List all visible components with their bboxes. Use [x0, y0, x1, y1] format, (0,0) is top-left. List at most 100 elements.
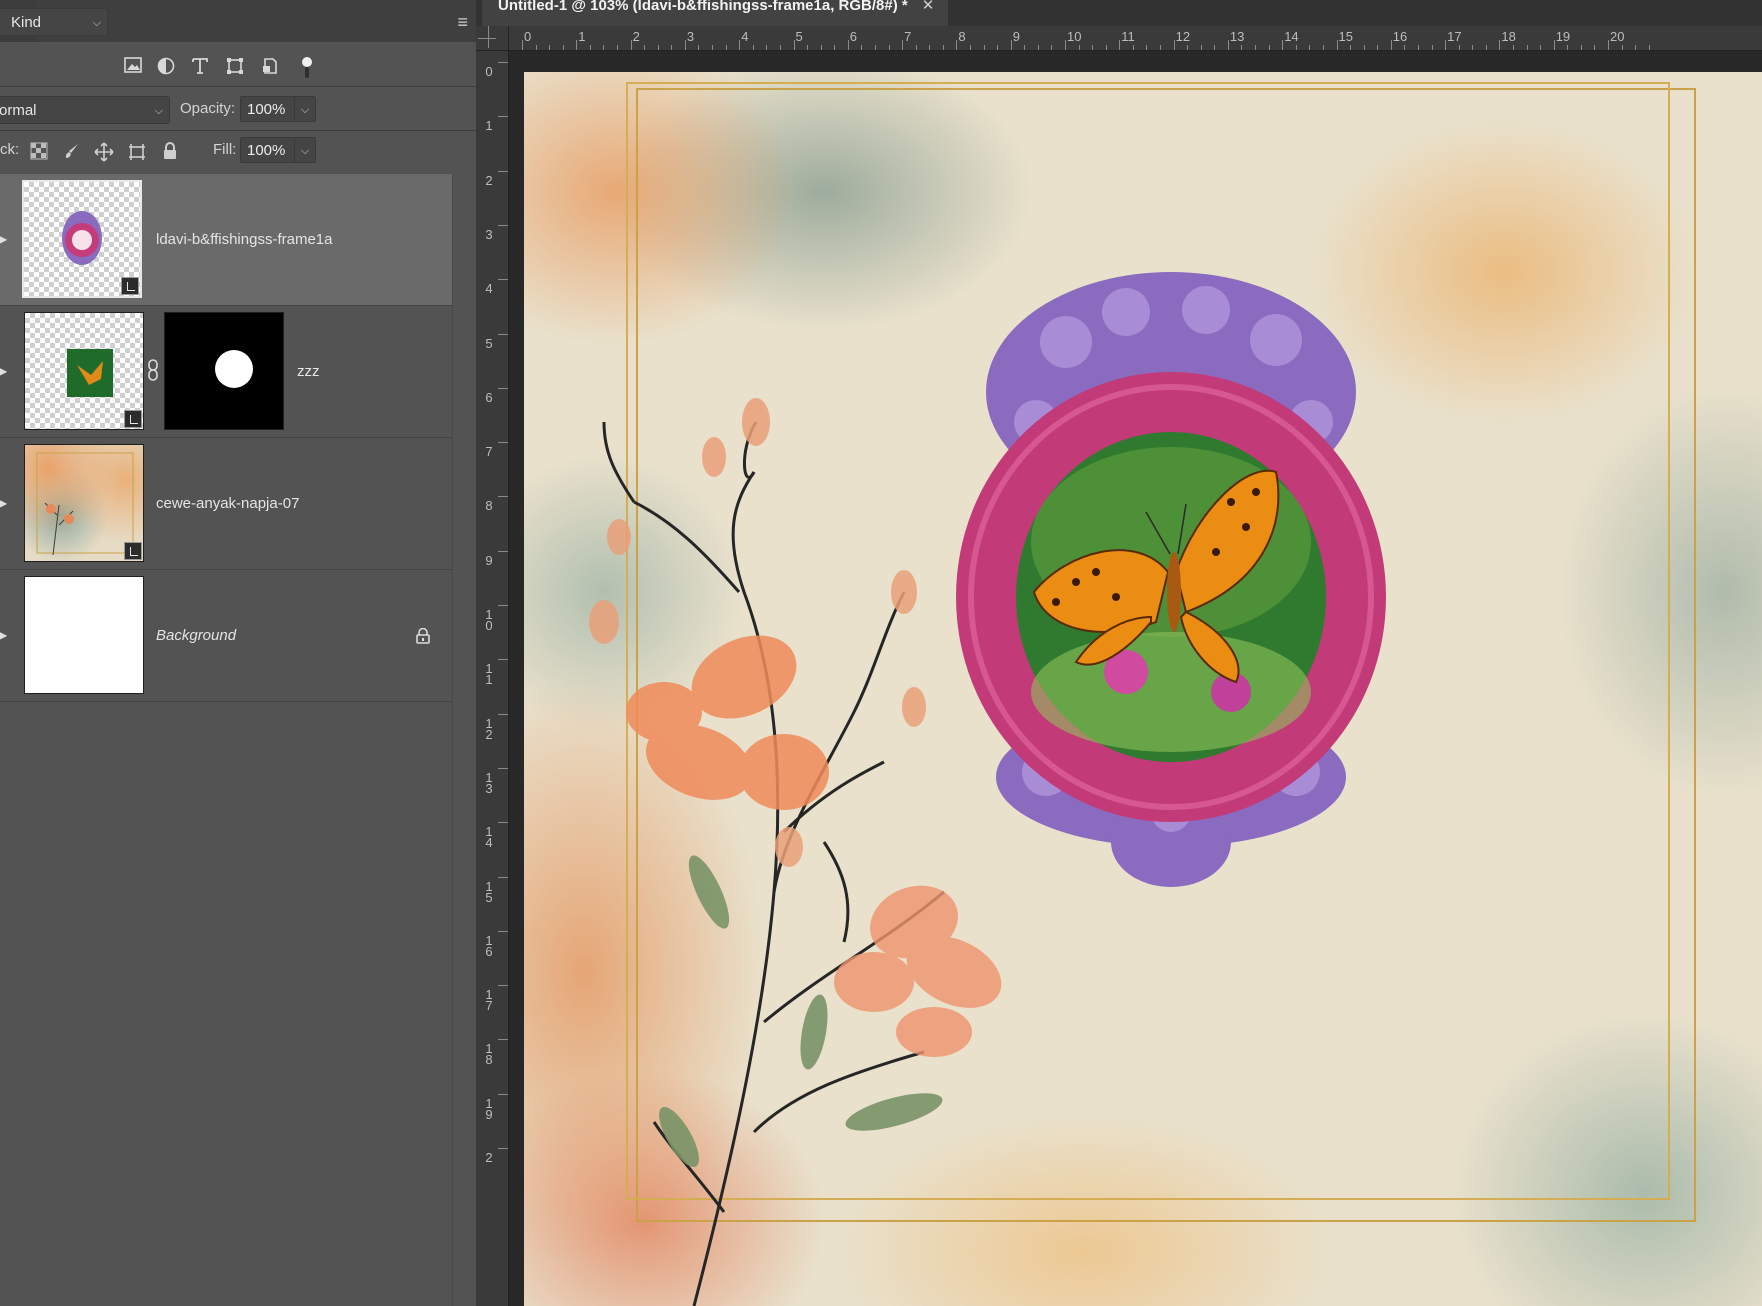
ruler-tick [498, 985, 508, 987]
close-tab-icon[interactable]: ✕ [922, 0, 935, 14]
adjustment-filter-icon[interactable] [155, 56, 177, 76]
ruler-minor-tick [1160, 45, 1162, 50]
ruler-tick [684, 40, 686, 50]
layer-name[interactable]: zzz [297, 363, 320, 380]
ruler-minor-tick [535, 45, 537, 50]
ruler-minor-tick [1472, 45, 1474, 50]
layer-row-zzz[interactable]: ▶ zzz [0, 306, 452, 438]
ruler-minor-tick [969, 45, 971, 50]
visibility-eye-icon[interactable]: ▶ [0, 496, 7, 510]
layer-thumbnail[interactable] [24, 444, 144, 562]
ruler-tick [498, 170, 508, 172]
layer-name[interactable]: cewe-anyak-napja-07 [156, 495, 299, 512]
smart-object-filter-icon[interactable] [259, 56, 281, 76]
visibility-eye-icon[interactable]: ▶ [0, 628, 7, 642]
visibility-eye-icon[interactable]: ▶ [0, 364, 7, 378]
ruler-tick [498, 605, 508, 606]
ruler-minor-tick [1580, 45, 1582, 50]
ruler-minor-tick [1594, 45, 1596, 50]
ruler-origin[interactable] [476, 26, 509, 51]
document-title: Untitled-1 @ 103% (ldavi-b&ffishingss-fr… [498, 0, 908, 14]
image-filter-icon[interactable] [122, 56, 144, 76]
ruler-minor-tick [1295, 45, 1297, 50]
lock-image-pixels-icon[interactable] [61, 142, 83, 162]
ruler-minor-tick [725, 45, 727, 50]
ruler-tick [498, 387, 508, 389]
shape-filter-icon[interactable] [224, 56, 246, 76]
opacity-dropdown-button[interactable]: ⌵ [294, 96, 316, 122]
ruler-label: 11 [485, 661, 493, 688]
ruler-tick [498, 550, 508, 552]
panel-scroll-gutter[interactable] [452, 174, 477, 1306]
ruler-minor-tick [1377, 45, 1379, 50]
ruler-minor-tick [1417, 45, 1419, 50]
ruler-label: 1 [578, 29, 586, 44]
ruler-minor-tick [1092, 45, 1094, 50]
vertical-ruler[interactable]: 0123456789101112131415161718192 [476, 26, 509, 1306]
ruler-tick [1553, 40, 1555, 50]
kind-filter-dropdown[interactable]: Kind ⌵ [0, 8, 108, 36]
panel-menu-icon[interactable]: ≡ [457, 12, 468, 33]
lock-artboard-icon[interactable] [126, 142, 148, 162]
layer-row-background[interactable]: ▶ Background [0, 570, 452, 702]
filter-toggle-icon[interactable] [296, 56, 318, 78]
ruler-tick [498, 822, 508, 824]
horizontal-ruler[interactable]: 0 1 2 3 4 5 6 7 8 9 10 11 12 13 14 15 16 17 18 19 20 [508, 26, 1762, 51]
ruler-label: 9 [1012, 29, 1020, 44]
ruler-minor-tick [671, 45, 673, 50]
layer-thumbnail[interactable] [24, 312, 144, 430]
ruler-tick [1282, 40, 1284, 50]
lock-transparent-pixels-icon[interactable] [28, 142, 50, 162]
fill-dropdown-button[interactable]: ⌵ [294, 137, 316, 163]
type-filter-icon[interactable] [189, 56, 211, 76]
chevron-down-icon: ⌵ [92, 17, 101, 29]
ruler-tick [498, 1148, 508, 1149]
document-tab[interactable]: Untitled-1 @ 103% (ldavi-b&ffishingss-fr… [482, 0, 949, 26]
smart-object-badge-icon [121, 277, 139, 295]
visibility-eye-icon[interactable]: ▶ [0, 232, 7, 246]
layer-row-paper[interactable]: ▶ cewe-anyak-napja-07 [0, 438, 452, 570]
fill-field[interactable]: 100% [240, 137, 296, 163]
layer-thumbnail[interactable] [24, 576, 144, 694]
ruler-minor-tick [1309, 45, 1311, 50]
ruler-minor-tick [766, 45, 768, 50]
ruler-tick [739, 40, 741, 50]
opacity-field[interactable]: 100% [240, 96, 296, 122]
ruler-label: 14 [1284, 29, 1299, 44]
ruler-label: 7 [904, 29, 912, 44]
ruler-tick [498, 116, 508, 118]
lock-all-icon[interactable] [159, 142, 181, 162]
layer-thumbnail[interactable] [22, 180, 142, 298]
ruler-minor-tick [820, 45, 822, 50]
ruler-minor-tick [1431, 45, 1433, 50]
ruler-tick [498, 876, 508, 878]
ruler-label: 0 [485, 64, 493, 79]
ruler-minor-tick [1458, 45, 1460, 50]
lock-icon[interactable] [416, 627, 430, 644]
ruler-minor-tick [1268, 45, 1270, 50]
ruler-minor-tick [1322, 45, 1324, 50]
layer-name[interactable]: Background [156, 627, 236, 644]
lock-position-icon[interactable] [93, 142, 115, 162]
layer-row-frame[interactable]: ▶ ldavi-b&ffishingss-frame1a [0, 174, 452, 306]
blend-mode-value: ormal [0, 102, 37, 119]
ruler-tick [1227, 40, 1229, 50]
ruler-label: 12 [485, 715, 493, 742]
ruler-minor-tick [861, 45, 863, 50]
ruler-label: 3 [485, 226, 493, 242]
layer-mask-thumbnail[interactable] [164, 312, 284, 430]
ruler-tick [1390, 40, 1392, 50]
ruler-minor-tick [644, 45, 646, 50]
ruler-label: 2 [632, 29, 640, 44]
layer-name[interactable]: ldavi-b&ffishingss-frame1a [156, 231, 332, 248]
ruler-tick [576, 40, 578, 50]
mask-link-icon[interactable] [147, 358, 159, 382]
ruler-minor-tick [1648, 45, 1650, 50]
ruler-label: 10 [1067, 29, 1082, 44]
ruler-minor-tick [1485, 45, 1487, 50]
ruler-label: 19 [1555, 29, 1571, 44]
blend-mode-dropdown[interactable]: ormal ⌵ [0, 96, 170, 124]
canvas[interactable] [524, 72, 1762, 1306]
ruler-tick [1065, 40, 1066, 50]
ruler-label: 3 [686, 29, 695, 44]
